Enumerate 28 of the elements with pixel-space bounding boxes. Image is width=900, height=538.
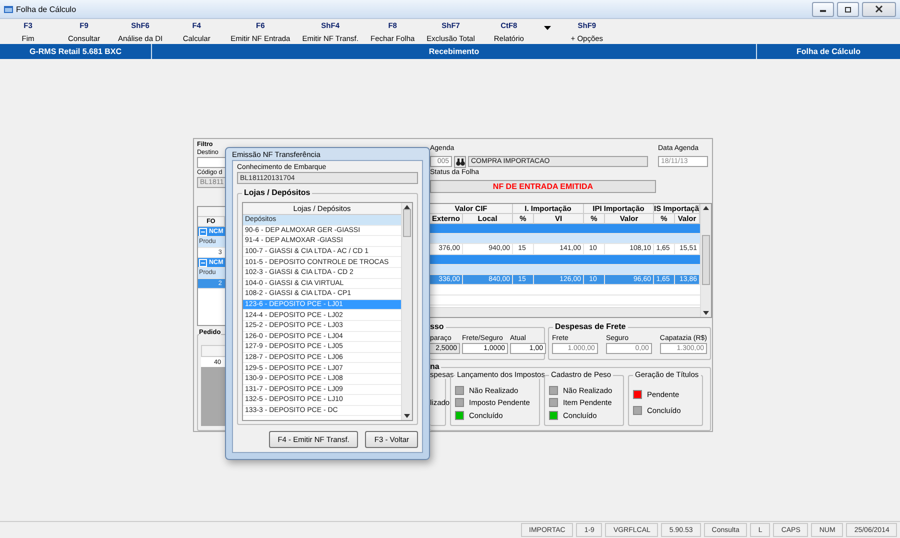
- restore-button[interactable]: [837, 2, 859, 16]
- scroll-down-icon[interactable]: [404, 414, 410, 418]
- scroll-thumb[interactable]: [702, 235, 710, 286]
- header-cell: [201, 345, 225, 358]
- module-name: Recebimento: [152, 44, 757, 59]
- vertical-scrollbar[interactable]: [401, 203, 412, 420]
- group-title: Lojas / Depósitos: [242, 188, 312, 197]
- collapse-icon[interactable]: [199, 228, 207, 236]
- scroll-thumb[interactable]: [403, 209, 411, 237]
- window-title: Folha de Cálculo: [16, 4, 78, 14]
- screen-name: Folha de Cálculo: [795, 46, 862, 58]
- destination-field[interactable]: [197, 157, 225, 168]
- scroll-down-icon[interactable]: [703, 311, 709, 315]
- close-button[interactable]: [862, 2, 896, 16]
- search-button[interactable]: [454, 156, 466, 168]
- group-title: Despesas de Frete: [553, 322, 628, 331]
- caret-icon: [544, 26, 552, 30]
- scroll-up-icon[interactable]: [703, 206, 709, 210]
- group-title: sso: [430, 322, 446, 331]
- app-name: G-RMS Retail 5.681 BXC: [0, 44, 152, 59]
- close-icon: [875, 5, 883, 13]
- restore-icon: [844, 6, 852, 12]
- horizontal-scrollbar[interactable]: [430, 307, 700, 317]
- vertical-scrollbar[interactable]: [700, 204, 711, 317]
- status-field: NF DE ENTRADA EMITIDA: [430, 180, 656, 193]
- collapse-icon[interactable]: [199, 258, 207, 267]
- minimize-button[interactable]: [812, 2, 834, 16]
- app-icon: [4, 4, 13, 14]
